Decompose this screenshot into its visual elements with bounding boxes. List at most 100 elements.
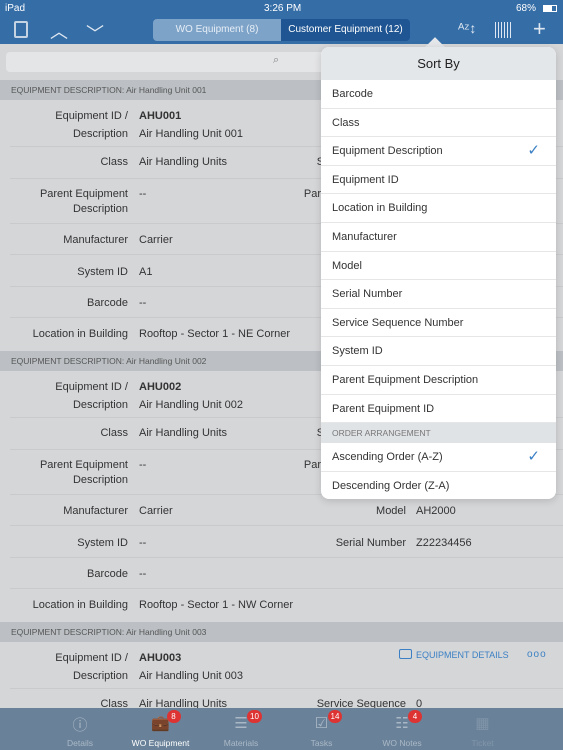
status-bar: iPad 3:26 PM 68% xyxy=(0,0,563,18)
sort-option-label: Location in Building xyxy=(332,202,428,215)
sort-option-label: Barcode xyxy=(332,88,373,100)
sort-option-label: Serial Number xyxy=(332,288,403,301)
sort-option[interactable]: Location in Building xyxy=(321,194,556,223)
tab-wo-equipment[interactable]: 💼 WO Equipment 8 xyxy=(121,708,201,750)
barcode-icon[interactable] xyxy=(495,22,513,38)
parent-label2: Description xyxy=(72,474,128,486)
loc-label: Location in Building xyxy=(32,599,128,611)
sysid-label: System ID xyxy=(77,266,128,278)
row-divider xyxy=(10,525,563,526)
order-option[interactable]: Ascending Order (A-Z) ✓ xyxy=(321,443,556,472)
sort-option[interactable]: Model xyxy=(321,252,556,281)
sysid-label: System ID xyxy=(77,537,128,549)
order-option[interactable]: Descending Order (Z-A) xyxy=(321,472,556,499)
equipment-details-button[interactable]: EQUIPMENT DETAILS xyxy=(399,649,509,660)
sort-option-label: Parent Equipment ID xyxy=(332,402,435,415)
sort-option[interactable]: Equipment ID xyxy=(321,166,556,195)
sort-option[interactable]: Barcode xyxy=(321,80,556,109)
tab-details[interactable]: ⓘ Details xyxy=(40,708,120,750)
badge: 14 xyxy=(327,710,343,723)
badge: 4 xyxy=(408,710,422,723)
tab-label: WO Equipment xyxy=(131,738,190,748)
checkmark-icon: ✓ xyxy=(527,142,540,160)
sort-option[interactable]: Class xyxy=(321,109,556,138)
sort-option[interactable]: Serial Number xyxy=(321,280,556,309)
sysid-value: -- xyxy=(139,537,147,549)
manufacturer-value: Carrier xyxy=(139,234,173,246)
tab-wo-equipment[interactable]: WO Equipment (8) xyxy=(153,19,281,41)
clipboard-icon[interactable] xyxy=(14,21,28,38)
tab-customer-equipment[interactable]: Customer Equipment (12) xyxy=(281,19,410,41)
sort-option[interactable]: Parent Equipment Description xyxy=(321,366,556,395)
row-divider xyxy=(10,588,563,589)
model-label: Model xyxy=(376,505,406,517)
row-divider xyxy=(10,557,563,558)
tab-ticket[interactable]: ▦ Ticket xyxy=(443,708,523,750)
parent-label1: Parent Equipment xyxy=(39,188,128,200)
sort-option-label: Service Sequence Number xyxy=(332,316,464,329)
barcode-label: Barcode xyxy=(87,297,128,309)
manufacturer-label: Manufacturer xyxy=(63,234,128,246)
id-value: AHU002 xyxy=(139,381,182,393)
desc-value: Air Handling Unit 002 xyxy=(139,399,243,411)
desc-value: Air Handling Unit 001 xyxy=(139,128,243,140)
tab-label: WO Notes xyxy=(382,738,422,748)
sort-option[interactable]: System ID xyxy=(321,337,556,366)
tab-label: Tasks xyxy=(310,738,333,748)
tab-materials[interactable]: ☰ Materials 10 xyxy=(201,708,281,750)
id-label: Equipment ID / xyxy=(55,110,128,122)
manufacturer-label: Manufacturer xyxy=(63,505,128,517)
sort-option[interactable]: Parent Equipment ID xyxy=(321,395,556,424)
sort-option-label: Model xyxy=(332,259,362,272)
search-icon: ⌕ xyxy=(273,54,280,66)
device-name: iPad xyxy=(5,3,26,14)
serial-label: Serial Number xyxy=(335,537,406,549)
section-header: EQUIPMENT DESCRIPTION: Air Handling Unit… xyxy=(0,622,563,642)
parent-value: -- xyxy=(139,188,147,200)
sort-option[interactable]: Manufacturer xyxy=(321,223,556,252)
tab-wo-notes[interactable]: ☷ WO Notes 4 xyxy=(362,708,442,750)
parent-value: -- xyxy=(139,459,147,471)
sort-option-label: Equipment Description xyxy=(332,145,443,158)
tab-tasks[interactable]: ☑ Tasks 14 xyxy=(282,708,362,750)
sort-option-label: System ID xyxy=(332,345,383,358)
sort-option[interactable]: Equipment Description ✓ xyxy=(321,137,556,166)
loc-value: Rooftop - Sector 1 - NE Corner xyxy=(139,328,291,340)
desc-label: Description xyxy=(72,128,128,140)
id-value: AHU001 xyxy=(139,110,182,122)
tab-label: Details xyxy=(67,738,93,748)
order-option-label: Descending Order (Z-A) xyxy=(332,479,450,492)
parent-label1: Parent Equipment xyxy=(39,459,128,471)
more-button[interactable]: ooo xyxy=(527,649,547,660)
id-label: Equipment ID / xyxy=(55,381,128,393)
class-value: Air Handling Units xyxy=(139,427,228,439)
chevron-up-icon[interactable]: ︿ xyxy=(50,18,68,44)
desc-label: Description xyxy=(72,670,128,682)
model-value: AH2000 xyxy=(416,505,456,517)
sort-popover: Sort By Barcode Class Equipment Descriptio… xyxy=(321,47,556,499)
order-option-label: Ascending Order (A-Z) xyxy=(332,451,443,464)
sysid-value: A1 xyxy=(139,266,153,278)
manufacturer-value: Carrier xyxy=(139,505,173,517)
row-divider xyxy=(10,688,563,689)
chevron-down-icon[interactable]: ﹀ xyxy=(86,20,104,46)
sort-option-label: Parent Equipment Description xyxy=(332,373,479,386)
badge: 10 xyxy=(247,710,262,723)
sort-option[interactable]: Service Sequence Number xyxy=(321,309,556,338)
barcode-value: -- xyxy=(139,297,147,309)
badge: 8 xyxy=(166,710,181,723)
class-value: Air Handling Units xyxy=(139,156,228,168)
ticket-icon: ▦ xyxy=(475,715,490,732)
clock: 3:26 PM xyxy=(264,3,302,14)
serial-value: Z22234456 xyxy=(416,537,472,549)
sort-title: Sort By xyxy=(321,47,556,80)
info-icon: ⓘ xyxy=(72,717,88,734)
tab-label: Materials xyxy=(223,738,259,748)
id-label: Equipment ID / xyxy=(55,652,128,664)
tab-label: Ticket xyxy=(471,738,494,748)
sort-option-label: Equipment ID xyxy=(332,173,399,186)
barcode-label: Barcode xyxy=(87,568,128,580)
order-header: ORDER ARRANGEMENT xyxy=(321,423,556,444)
sort-az-icon[interactable]: ᴬᶻ↕ xyxy=(458,20,476,36)
plus-icon[interactable]: + xyxy=(533,16,546,42)
